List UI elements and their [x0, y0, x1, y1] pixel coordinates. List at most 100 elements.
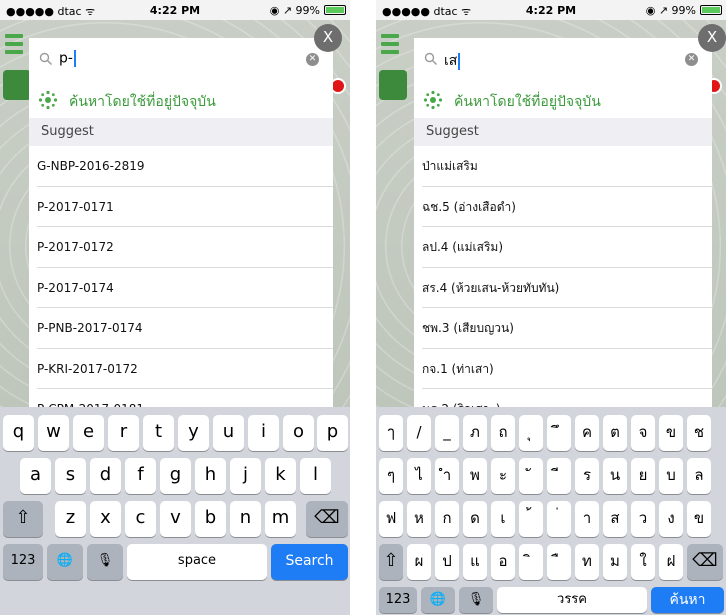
key[interactable]: ถ: [491, 415, 515, 451]
key[interactable]: ก: [435, 501, 459, 537]
key[interactable]: พ: [463, 458, 487, 494]
key[interactable]: d: [90, 458, 121, 494]
suggest-item[interactable]: P-KRI-2017-0172: [29, 349, 333, 390]
suggest-item[interactable]: P-2017-0171: [29, 187, 333, 228]
key[interactable]: ๅ: [379, 415, 403, 451]
shift-key[interactable]: ⇧: [379, 544, 403, 580]
key[interactable]: ค: [575, 415, 599, 451]
search-by-current-location[interactable]: ค้นหาโดยใช้ที่อยู่ปัจจุบัน: [29, 82, 333, 118]
key[interactable]: เ: [491, 501, 515, 537]
search-bar[interactable]: เส ✕: [414, 38, 712, 82]
search-key[interactable]: ค้นหา: [651, 587, 724, 613]
key[interactable]: j: [230, 458, 261, 494]
key[interactable]: ่: [547, 501, 571, 537]
key[interactable]: s: [55, 458, 86, 494]
key[interactable]: ึ: [547, 415, 571, 451]
suggest-item[interactable]: P-PNB-2017-0174: [29, 308, 333, 349]
numbers-key[interactable]: 123: [3, 544, 43, 580]
suggest-item[interactable]: G-NBP-2016-2819: [29, 146, 333, 187]
key[interactable]: k: [265, 458, 296, 494]
microphone-icon[interactable]: 🎙: [459, 587, 493, 613]
suggest-item[interactable]: สร.4 (ห้วยเสน-ห้วยทับทัน): [414, 268, 712, 309]
close-button[interactable]: X: [314, 24, 342, 52]
clear-search-icon[interactable]: ✕: [306, 53, 319, 66]
key[interactable]: g: [160, 458, 191, 494]
key[interactable]: h: [195, 458, 226, 494]
space-key[interactable]: space: [127, 544, 267, 580]
suggest-item[interactable]: ลป.4 (แม่เสริม): [414, 227, 712, 268]
microphone-icon[interactable]: 🎙: [87, 544, 123, 580]
suggest-item[interactable]: ชพ.3 (เสียบญวน): [414, 308, 712, 349]
key[interactable]: z: [55, 501, 86, 537]
key[interactable]: น: [603, 458, 627, 494]
space-key[interactable]: วรรค: [497, 587, 647, 613]
key[interactable]: i: [248, 415, 279, 451]
backspace-key[interactable]: ⌫: [306, 501, 348, 537]
key[interactable]: อ: [491, 544, 515, 580]
key[interactable]: ี: [547, 458, 571, 494]
key[interactable]: ป: [435, 544, 459, 580]
map-side-button[interactable]: [379, 70, 407, 100]
key[interactable]: r: [108, 415, 139, 451]
key[interactable]: /: [407, 415, 431, 451]
key[interactable]: ด: [463, 501, 487, 537]
key[interactable]: u: [213, 415, 244, 451]
suggest-item[interactable]: P-2017-0174: [29, 268, 333, 309]
hamburger-menu-icon[interactable]: [381, 34, 399, 58]
map-side-button[interactable]: [3, 70, 31, 100]
globe-icon[interactable]: 🌐: [47, 544, 83, 580]
key[interactable]: า: [575, 501, 599, 537]
key[interactable]: ข: [687, 501, 711, 537]
key[interactable]: ำ: [435, 458, 459, 494]
key[interactable]: y: [178, 415, 209, 451]
key[interactable]: e: [73, 415, 104, 451]
key[interactable]: n: [230, 501, 261, 537]
key[interactable]: o: [283, 415, 314, 451]
key[interactable]: ะ: [491, 458, 515, 494]
key[interactable]: ง: [659, 501, 683, 537]
key[interactable]: ิ: [519, 544, 543, 580]
search-bar[interactable]: p- ✕: [29, 38, 333, 82]
key[interactable]: c: [125, 501, 156, 537]
key[interactable]: ส: [603, 501, 627, 537]
shift-key[interactable]: ⇧: [3, 501, 43, 537]
key[interactable]: _: [435, 415, 459, 451]
key[interactable]: v: [160, 501, 191, 537]
key[interactable]: t: [143, 415, 174, 451]
key[interactable]: m: [265, 501, 296, 537]
key[interactable]: ื: [547, 544, 571, 580]
suggest-item[interactable]: P-2017-0172: [29, 227, 333, 268]
search-by-current-location[interactable]: ค้นหาโดยใช้ที่อยู่ปัจจุบัน: [414, 82, 712, 118]
key[interactable]: จ: [631, 415, 655, 451]
key[interactable]: ผ: [407, 544, 431, 580]
suggest-item[interactable]: ฉช.5 (อ่างเสือดำ): [414, 187, 712, 228]
key[interactable]: q: [3, 415, 34, 451]
key[interactable]: ว: [631, 501, 655, 537]
key[interactable]: ช: [687, 415, 711, 451]
backspace-key[interactable]: ⌫: [687, 544, 723, 580]
key[interactable]: บ: [659, 458, 683, 494]
key[interactable]: ม: [603, 544, 627, 580]
key[interactable]: ฝ: [659, 544, 683, 580]
key[interactable]: ๆ: [379, 458, 403, 494]
key[interactable]: ย: [631, 458, 655, 494]
search-input[interactable]: p-: [59, 50, 76, 67]
key[interactable]: w: [38, 415, 69, 451]
key[interactable]: ั: [519, 458, 543, 494]
hamburger-menu-icon[interactable]: [5, 34, 23, 58]
close-button[interactable]: X: [698, 24, 726, 52]
key[interactable]: แ: [463, 544, 487, 580]
key[interactable]: l: [300, 458, 331, 494]
suggest-item[interactable]: กจ.1 (ท่าเสา): [414, 349, 712, 390]
key[interactable]: x: [90, 501, 121, 537]
suggest-item[interactable]: ป่าแม่เสริม: [414, 146, 712, 187]
key[interactable]: ล: [687, 458, 711, 494]
key[interactable]: ุ: [519, 415, 543, 451]
key[interactable]: ร: [575, 458, 599, 494]
search-key[interactable]: Search: [271, 544, 348, 580]
key[interactable]: ต: [603, 415, 627, 451]
clear-search-icon[interactable]: ✕: [685, 53, 698, 66]
key[interactable]: b: [195, 501, 226, 537]
key[interactable]: ไ: [407, 458, 431, 494]
key[interactable]: ใ: [631, 544, 655, 580]
